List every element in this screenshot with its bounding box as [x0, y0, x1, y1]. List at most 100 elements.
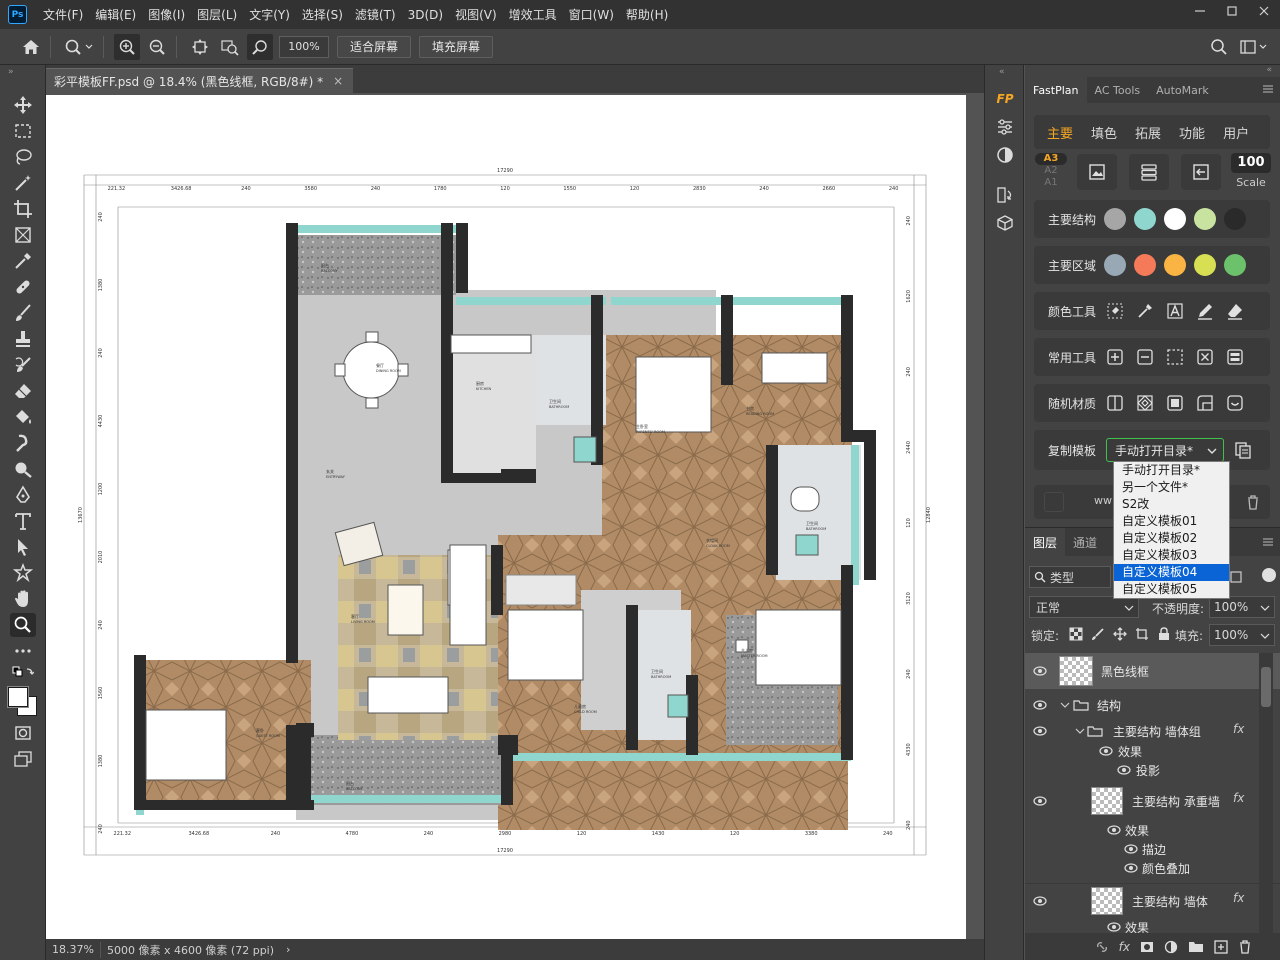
menu-edit[interactable]: 编辑(E): [89, 6, 142, 23]
fill-screen-button[interactable]: 填充屏幕: [419, 35, 494, 58]
close-tab-icon[interactable]: ×: [333, 74, 343, 88]
template-option[interactable]: 另一个文件*: [1114, 479, 1229, 496]
layers-menu-icon[interactable]: [1262, 536, 1274, 548]
effects-row[interactable]: 效果: [1025, 741, 1280, 761]
pen-tool-icon[interactable]: [10, 483, 36, 507]
paper-a1[interactable]: A1: [1035, 177, 1067, 189]
path-selection-icon[interactable]: [10, 535, 36, 559]
menu-file[interactable]: 文件(F): [37, 6, 89, 23]
scrubby-zoom-icon[interactable]: [247, 33, 273, 60]
collapse-panel-right-icon[interactable]: «: [1266, 65, 1272, 75]
visibility-eye-icon[interactable]: [1033, 698, 1047, 712]
quick-mask-icon[interactable]: [10, 721, 36, 745]
visibility-eye-icon[interactable]: [1107, 823, 1121, 837]
material-diamond-icon[interactable]: [1134, 392, 1156, 414]
visibility-eye-icon[interactable]: [1117, 763, 1131, 777]
smart-filter-icon[interactable]: [1229, 570, 1243, 584]
layer-effects-icon[interactable]: fx: [1233, 791, 1244, 805]
eraser-icon[interactable]: [1224, 300, 1246, 322]
dashed-square-icon[interactable]: [1164, 346, 1186, 368]
merge-square-icon[interactable]: [1224, 346, 1246, 368]
group-expand-icon[interactable]: [1075, 726, 1085, 736]
subtab-expand[interactable]: 拓展: [1126, 123, 1170, 142]
close-icon[interactable]: [1248, 0, 1280, 22]
layers-scrollbar[interactable]: [1259, 653, 1273, 933]
region-color-green[interactable]: [1224, 254, 1246, 276]
template-option[interactable]: 自定义模板02: [1114, 530, 1229, 547]
visibility-eye-icon[interactable]: [1107, 920, 1121, 933]
paper-a2[interactable]: A2: [1035, 165, 1067, 177]
layer-effects-icon[interactable]: fx: [1233, 891, 1244, 905]
lock-transparent-icon[interactable]: [1069, 627, 1083, 641]
minimize-icon[interactable]: [1184, 0, 1216, 22]
fit-screen-button[interactable]: 适合屏幕: [337, 35, 412, 58]
scrollbar-thumb[interactable]: [1261, 667, 1271, 707]
workspace-icon[interactable]: [1236, 34, 1272, 60]
contrast-icon[interactable]: [993, 143, 1017, 167]
new-layer-icon[interactable]: [1214, 940, 1228, 954]
structure-color-gray[interactable]: [1104, 208, 1126, 230]
visibility-eye-icon[interactable]: [1033, 664, 1047, 678]
dodge-tool-icon[interactable]: [10, 457, 36, 481]
layer-filter-select[interactable]: 类型: [1029, 566, 1111, 588]
paper-a3[interactable]: A3: [1035, 153, 1067, 165]
type-tool-icon[interactable]: [10, 509, 36, 533]
fill-selection-icon[interactable]: [1104, 300, 1126, 322]
region-color-yellow[interactable]: [1164, 254, 1186, 276]
layer-row-structure-group[interactable]: 结构: [1025, 691, 1280, 719]
tab-automark[interactable]: AutoMark: [1148, 77, 1217, 103]
canvas-area[interactable]: 221.32 3426.68 240 3580 240 1780 120 1550 120 283…: [46, 93, 984, 939]
copy-icon[interactable]: [1232, 439, 1254, 461]
frame-tool-icon[interactable]: [10, 223, 36, 247]
menu-window[interactable]: 窗口(W): [563, 6, 620, 23]
image-button[interactable]: [1077, 154, 1117, 190]
link-layers-icon[interactable]: [1095, 940, 1109, 954]
template-option[interactable]: S2改: [1114, 496, 1229, 513]
lock-brush-icon[interactable]: [1091, 627, 1105, 641]
menu-type[interactable]: 文字(Y): [243, 6, 296, 23]
menu-plugins[interactable]: 增效工具: [503, 6, 563, 23]
template-option[interactable]: 自定义模板01: [1114, 513, 1229, 530]
template-option[interactable]: 自定义模板03: [1114, 547, 1229, 564]
history-brush-icon[interactable]: [10, 353, 36, 377]
subtab-main[interactable]: 主要: [1038, 123, 1082, 142]
color-swatches[interactable]: [7, 685, 38, 717]
delete-square-icon[interactable]: [1194, 346, 1216, 368]
material-smile-icon[interactable]: [1224, 392, 1246, 414]
subtab-user[interactable]: 用户: [1214, 123, 1258, 142]
zoom-in-icon[interactable]: [114, 33, 140, 60]
resize-windows-icon[interactable]: [187, 34, 213, 60]
eraser-tool-icon[interactable]: [10, 379, 36, 403]
screen-mode-icon[interactable]: [10, 747, 36, 771]
paper-size-selector[interactable]: A3 A2 A1: [1035, 153, 1067, 189]
adjustments-icon[interactable]: [993, 115, 1017, 139]
visibility-eye-icon[interactable]: [1124, 861, 1138, 875]
tab-layers[interactable]: 图层: [1025, 528, 1066, 556]
more-tools-icon[interactable]: [10, 639, 36, 663]
group-expand-icon[interactable]: [1060, 700, 1070, 710]
zoom-percentage-field[interactable]: 100%: [279, 35, 329, 58]
template-option[interactable]: 自定义模板05: [1114, 581, 1229, 598]
status-arrow-icon[interactable]: ›: [280, 943, 296, 956]
import-button[interactable]: [1181, 154, 1221, 190]
structure-color-lightgreen[interactable]: [1194, 208, 1216, 230]
document-tab[interactable]: 彩平模板FF.psd @ 18.4% (黑色线框, RGB/8#) * ×: [46, 68, 354, 93]
zoom-level-status[interactable]: 18.37%: [46, 943, 100, 956]
document-canvas[interactable]: 221.32 3426.68 240 3580 240 1780 120 1550 120 283…: [46, 95, 966, 939]
layers-stack-button[interactable]: [1129, 154, 1169, 190]
collapse-panel-icon[interactable]: »: [8, 67, 14, 77]
color-picker-icon[interactable]: [1134, 300, 1156, 322]
smudge-tool-icon[interactable]: [10, 431, 36, 455]
healing-brush-icon[interactable]: [10, 275, 36, 299]
layer-effects-icon[interactable]: fx: [1233, 722, 1244, 736]
lock-all-icon[interactable]: [1157, 627, 1171, 641]
crop-tool-icon[interactable]: [10, 197, 36, 221]
layer-row-bearing-wall[interactable]: 主要结构 承重墙 fx: [1025, 784, 1280, 818]
effect-color-overlay-row[interactable]: 颜色叠加: [1025, 858, 1280, 878]
lock-artboard-icon[interactable]: [1135, 627, 1149, 641]
add-mask-icon[interactable]: [1140, 940, 1154, 954]
effect-stroke-row[interactable]: 描边: [1025, 839, 1280, 859]
pencil-icon[interactable]: [1194, 300, 1216, 322]
filter-toggle-icon[interactable]: [1262, 568, 1276, 582]
material-corner-icon[interactable]: [1194, 392, 1216, 414]
